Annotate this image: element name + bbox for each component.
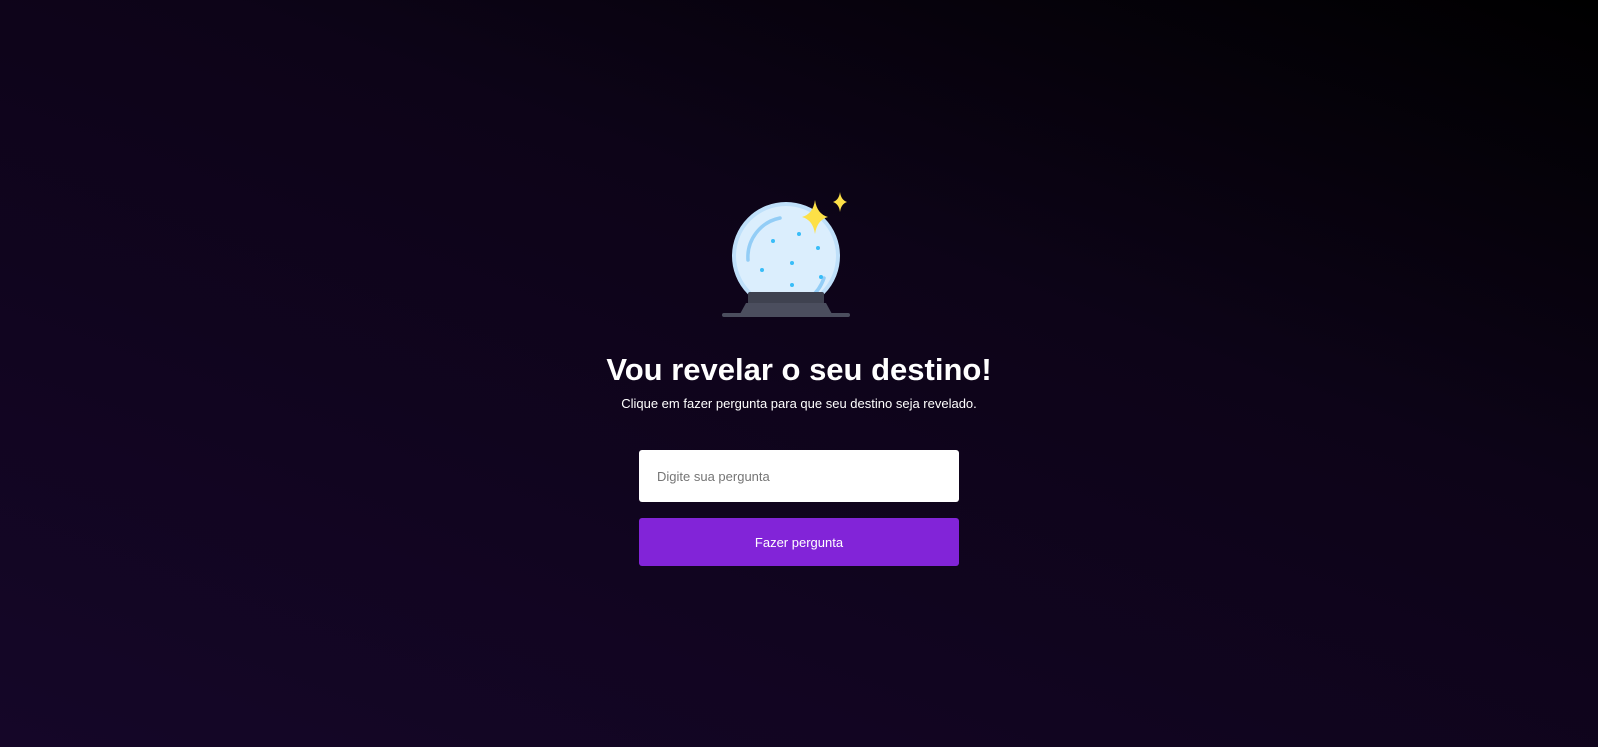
stand-middle bbox=[740, 303, 832, 314]
stand-bottom bbox=[722, 313, 850, 317]
page: Vou revelar o seu destino! Clique em faz… bbox=[0, 0, 1598, 747]
page-subtitle: Clique em fazer pergunta para que seu de… bbox=[621, 396, 977, 411]
ask-question-button[interactable]: Fazer pergunta bbox=[639, 518, 959, 566]
question-input[interactable] bbox=[639, 450, 959, 502]
page-title: Vou revelar o seu destino! bbox=[606, 352, 992, 387]
sparkle-small-icon bbox=[833, 192, 847, 212]
crystal-ball-icon bbox=[722, 192, 850, 317]
